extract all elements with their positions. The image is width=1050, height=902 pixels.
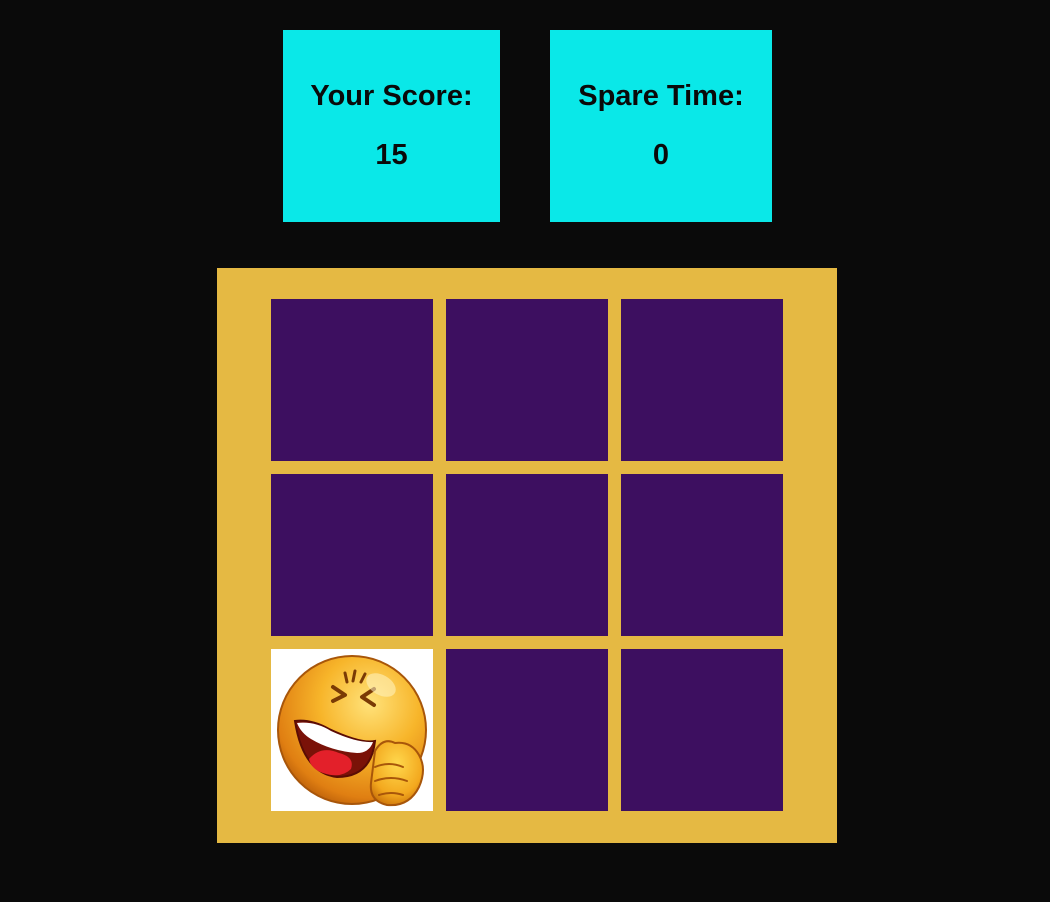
spare-time-panel: Spare Time: 0 — [550, 30, 772, 222]
spare-time-label: Spare Time: — [578, 80, 744, 112]
tile-6[interactable] — [621, 474, 783, 636]
game-board — [217, 268, 837, 843]
tile-4[interactable] — [271, 474, 433, 636]
tile-1[interactable] — [271, 299, 433, 461]
tile-9[interactable] — [621, 649, 783, 811]
score-label: Your Score: — [310, 80, 473, 112]
laughing-emoji-icon — [277, 655, 427, 807]
spare-time-value: 0 — [652, 139, 670, 171]
tile-2[interactable] — [446, 299, 608, 461]
tile-7[interactable] — [271, 649, 433, 811]
score-value: 15 — [375, 139, 408, 171]
tile-5[interactable] — [446, 474, 608, 636]
tile-8[interactable] — [446, 649, 608, 811]
tile-3[interactable] — [621, 299, 783, 461]
score-panel: Your Score: 15 — [283, 30, 500, 222]
